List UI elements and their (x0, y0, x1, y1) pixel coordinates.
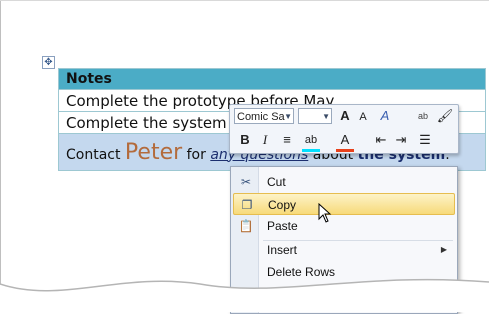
page-edge-left (0, 0, 1, 300)
table-header-cell[interactable]: Notes (58, 68, 486, 90)
text-name: Peter (124, 139, 183, 165)
menu-item-insert[interactable]: Insert ▶ (233, 239, 455, 261)
decrease-indent-button[interactable]: ⇤ (372, 131, 390, 149)
chevron-down-icon: ▼ (284, 112, 292, 121)
highlight-button[interactable]: ab (302, 131, 320, 152)
grow-font-button[interactable]: A (336, 107, 354, 125)
table-move-handle-icon[interactable]: ✥ (42, 56, 55, 69)
italic-button[interactable]: I (256, 131, 274, 149)
text-for: for (182, 146, 211, 163)
menu-item-paste[interactable]: 📋 Paste (233, 215, 455, 237)
menu-item-label: Copy (268, 198, 297, 212)
font-name-select[interactable]: Comic Sa ▼ (234, 108, 294, 124)
increase-indent-button[interactable]: ⇥ (392, 131, 410, 149)
menu-item-label: Insert (267, 243, 298, 257)
align-button[interactable]: ≡ (278, 131, 296, 149)
table-header-row: Notes (58, 68, 486, 90)
change-case-icon[interactable]: ab (414, 107, 432, 125)
mouse-pointer-icon (318, 203, 332, 223)
bullets-button[interactable]: ☰ (416, 131, 434, 149)
text-contact: Contact (66, 146, 125, 163)
font-name-value: Comic Sa (237, 111, 285, 123)
bold-button[interactable]: B (236, 131, 254, 149)
format-painter-button[interactable]: 🖌 (436, 107, 454, 125)
scissors-icon: ✂ (240, 175, 252, 189)
document-page: ✥ Notes Complete the prototype before Ma… (0, 0, 489, 314)
font-color-button[interactable]: A (336, 131, 354, 152)
shrink-font-button[interactable]: A (354, 108, 372, 126)
menu-item-copy[interactable]: ❐ Copy (233, 193, 455, 215)
menu-item-label: Paste (267, 219, 298, 233)
font-size-select[interactable]: ▼ (298, 108, 332, 124)
page-edge-top (0, 0, 489, 1)
chevron-down-icon: ▼ (322, 112, 330, 121)
menu-item-cut[interactable]: ✂ Cut (233, 171, 455, 193)
submenu-arrow-icon: ▶ (440, 245, 447, 254)
torn-page-edge (0, 278, 489, 312)
copy-icon: ❐ (241, 198, 253, 212)
paste-icon: 📋 (238, 219, 254, 233)
menu-item-label: Cut (267, 175, 286, 189)
styles-button[interactable]: A (376, 107, 394, 125)
mini-toolbar: Comic Sa ▼ ▼ A A A ab 🖌 B I ≡ ab A ⇤ ⇥ ☰ (229, 104, 459, 154)
